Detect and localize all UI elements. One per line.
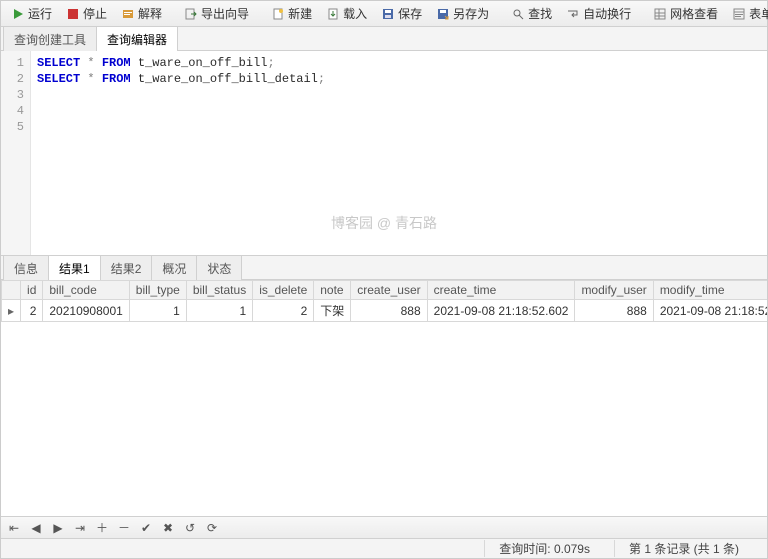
col-id[interactable]: id bbox=[21, 281, 43, 300]
cell-modify-user[interactable]: 888 bbox=[575, 300, 653, 322]
nav-refresh-button[interactable]: ↺ bbox=[183, 521, 197, 535]
explain-label: 解释 bbox=[138, 5, 162, 22]
col-is-delete[interactable]: is_delete bbox=[253, 281, 314, 300]
autowrap-button[interactable]: 自动换行 bbox=[560, 2, 637, 25]
line-number: 4 bbox=[1, 103, 24, 119]
autowrap-label: 自动换行 bbox=[583, 5, 631, 22]
nav-stop-button[interactable]: ⟳ bbox=[205, 521, 219, 535]
load-icon bbox=[326, 7, 340, 21]
run-label: 运行 bbox=[28, 5, 52, 22]
row-marker-header[interactable] bbox=[2, 281, 21, 300]
status-record-count: 第 1 条记录 (共 1 条) bbox=[614, 540, 739, 557]
row-marker: ▸ bbox=[2, 300, 21, 322]
save-icon bbox=[381, 7, 395, 21]
main-toolbar: 运行 停止 解释 导出向导 新建 载入 保存 另存为 查找 自动换行 网格查看 … bbox=[1, 1, 767, 27]
export-wizard-label: 导出向导 bbox=[201, 5, 249, 22]
result-grid: id bill_code bill_type bill_status is_de… bbox=[1, 280, 767, 322]
col-modify-time[interactable]: modify_time bbox=[653, 281, 767, 300]
line-number: 2 bbox=[1, 71, 24, 87]
record-navbar: ⇤ ◀ ▶ ⇥ ＋ － ✔ ✖ ↺ ⟳ bbox=[1, 516, 767, 538]
export-wizard-button[interactable]: 导出向导 bbox=[178, 2, 255, 25]
nav-add-button[interactable]: ＋ bbox=[95, 519, 109, 536]
stop-button[interactable]: 停止 bbox=[60, 2, 113, 25]
col-note[interactable]: note bbox=[314, 281, 351, 300]
search-icon bbox=[511, 7, 525, 21]
cell-bill-type[interactable]: 1 bbox=[129, 300, 186, 322]
load-button[interactable]: 载入 bbox=[320, 2, 373, 25]
tab-result1[interactable]: 结果1 bbox=[48, 255, 101, 280]
saveas-button[interactable]: 另存为 bbox=[430, 2, 495, 25]
line-number: 5 bbox=[1, 119, 24, 135]
nav-cancel-button[interactable]: ✖ bbox=[161, 521, 175, 535]
sql-editor[interactable]: 1 2 3 4 5 SELECT * FROM t_ware_on_off_bi… bbox=[1, 51, 767, 256]
line-gutter: 1 2 3 4 5 bbox=[1, 51, 31, 255]
nav-next-button[interactable]: ▶ bbox=[51, 521, 65, 535]
editor-tabs: 查询创建工具 查询编辑器 bbox=[1, 27, 767, 51]
cell-is-delete[interactable]: 2 bbox=[253, 300, 314, 322]
nav-prev-button[interactable]: ◀ bbox=[29, 521, 43, 535]
col-bill-type[interactable]: bill_type bbox=[129, 281, 186, 300]
find-button[interactable]: 查找 bbox=[505, 2, 558, 25]
stop-icon bbox=[66, 7, 80, 21]
new-label: 新建 bbox=[288, 5, 312, 22]
saveas-icon bbox=[436, 7, 450, 21]
load-label: 载入 bbox=[343, 5, 367, 22]
line-number: 3 bbox=[1, 87, 24, 103]
col-bill-code[interactable]: bill_code bbox=[43, 281, 129, 300]
form-icon bbox=[732, 7, 746, 21]
grid-header-row: id bill_code bill_type bill_status is_de… bbox=[2, 281, 768, 300]
app-window: 运行 停止 解释 导出向导 新建 载入 保存 另存为 查找 自动换行 网格查看 … bbox=[0, 0, 768, 559]
run-button[interactable]: 运行 bbox=[5, 2, 58, 25]
result-grid-wrap[interactable]: id bill_code bill_type bill_status is_de… bbox=[1, 280, 767, 516]
grid-icon bbox=[653, 7, 667, 21]
col-bill-status[interactable]: bill_status bbox=[186, 281, 252, 300]
tab-query-editor[interactable]: 查询编辑器 bbox=[96, 26, 178, 51]
nav-first-button[interactable]: ⇤ bbox=[7, 521, 21, 535]
cell-bill-code[interactable]: 20210908001 bbox=[43, 300, 129, 322]
explain-button[interactable]: 解释 bbox=[115, 2, 168, 25]
export-icon bbox=[184, 7, 198, 21]
wrap-icon bbox=[566, 7, 580, 21]
tab-result2[interactable]: 结果2 bbox=[100, 255, 153, 280]
new-icon bbox=[271, 7, 285, 21]
stop-label: 停止 bbox=[83, 5, 107, 22]
tab-status[interactable]: 状态 bbox=[196, 255, 242, 280]
tab-info[interactable]: 信息 bbox=[3, 255, 49, 280]
nav-apply-button[interactable]: ✔ bbox=[139, 521, 153, 535]
line-number: 1 bbox=[1, 55, 24, 71]
code-area[interactable]: SELECT * FROM t_ware_on_off_bill; SELECT… bbox=[31, 51, 767, 255]
gridview-label: 网格查看 bbox=[670, 5, 718, 22]
play-icon bbox=[11, 7, 25, 21]
explain-icon bbox=[121, 7, 135, 21]
saveas-label: 另存为 bbox=[453, 5, 489, 22]
cell-bill-status[interactable]: 1 bbox=[186, 300, 252, 322]
cell-id[interactable]: 2 bbox=[21, 300, 43, 322]
status-bar: 查询时间: 0.079s 第 1 条记录 (共 1 条) bbox=[1, 538, 767, 558]
status-query-time: 查询时间: 0.079s bbox=[484, 540, 590, 557]
tab-query-builder[interactable]: 查询创建工具 bbox=[3, 26, 97, 51]
tab-profile[interactable]: 概况 bbox=[151, 255, 197, 280]
gridview-button[interactable]: 网格查看 bbox=[647, 2, 724, 25]
result-tabs: 信息 结果1 结果2 概况 状态 bbox=[1, 256, 767, 280]
formview-button[interactable]: 表单查看 bbox=[726, 2, 768, 25]
nav-delete-button[interactable]: － bbox=[117, 519, 131, 536]
new-button[interactable]: 新建 bbox=[265, 2, 318, 25]
save-label: 保存 bbox=[398, 5, 422, 22]
cell-note[interactable]: 下架 bbox=[314, 300, 351, 322]
nav-last-button[interactable]: ⇥ bbox=[73, 521, 87, 535]
cell-modify-time[interactable]: 2021-09-08 21:18:52.602 bbox=[653, 300, 767, 322]
formview-label: 表单查看 bbox=[749, 5, 768, 22]
col-modify-user[interactable]: modify_user bbox=[575, 281, 653, 300]
cell-create-time[interactable]: 2021-09-08 21:18:52.602 bbox=[427, 300, 575, 322]
table-row[interactable]: ▸ 2 20210908001 1 1 2 下架 888 2021-09-08 … bbox=[2, 300, 768, 322]
save-button[interactable]: 保存 bbox=[375, 2, 428, 25]
col-create-time[interactable]: create_time bbox=[427, 281, 575, 300]
col-create-user[interactable]: create_user bbox=[351, 281, 427, 300]
cell-create-user[interactable]: 888 bbox=[351, 300, 427, 322]
find-label: 查找 bbox=[528, 5, 552, 22]
